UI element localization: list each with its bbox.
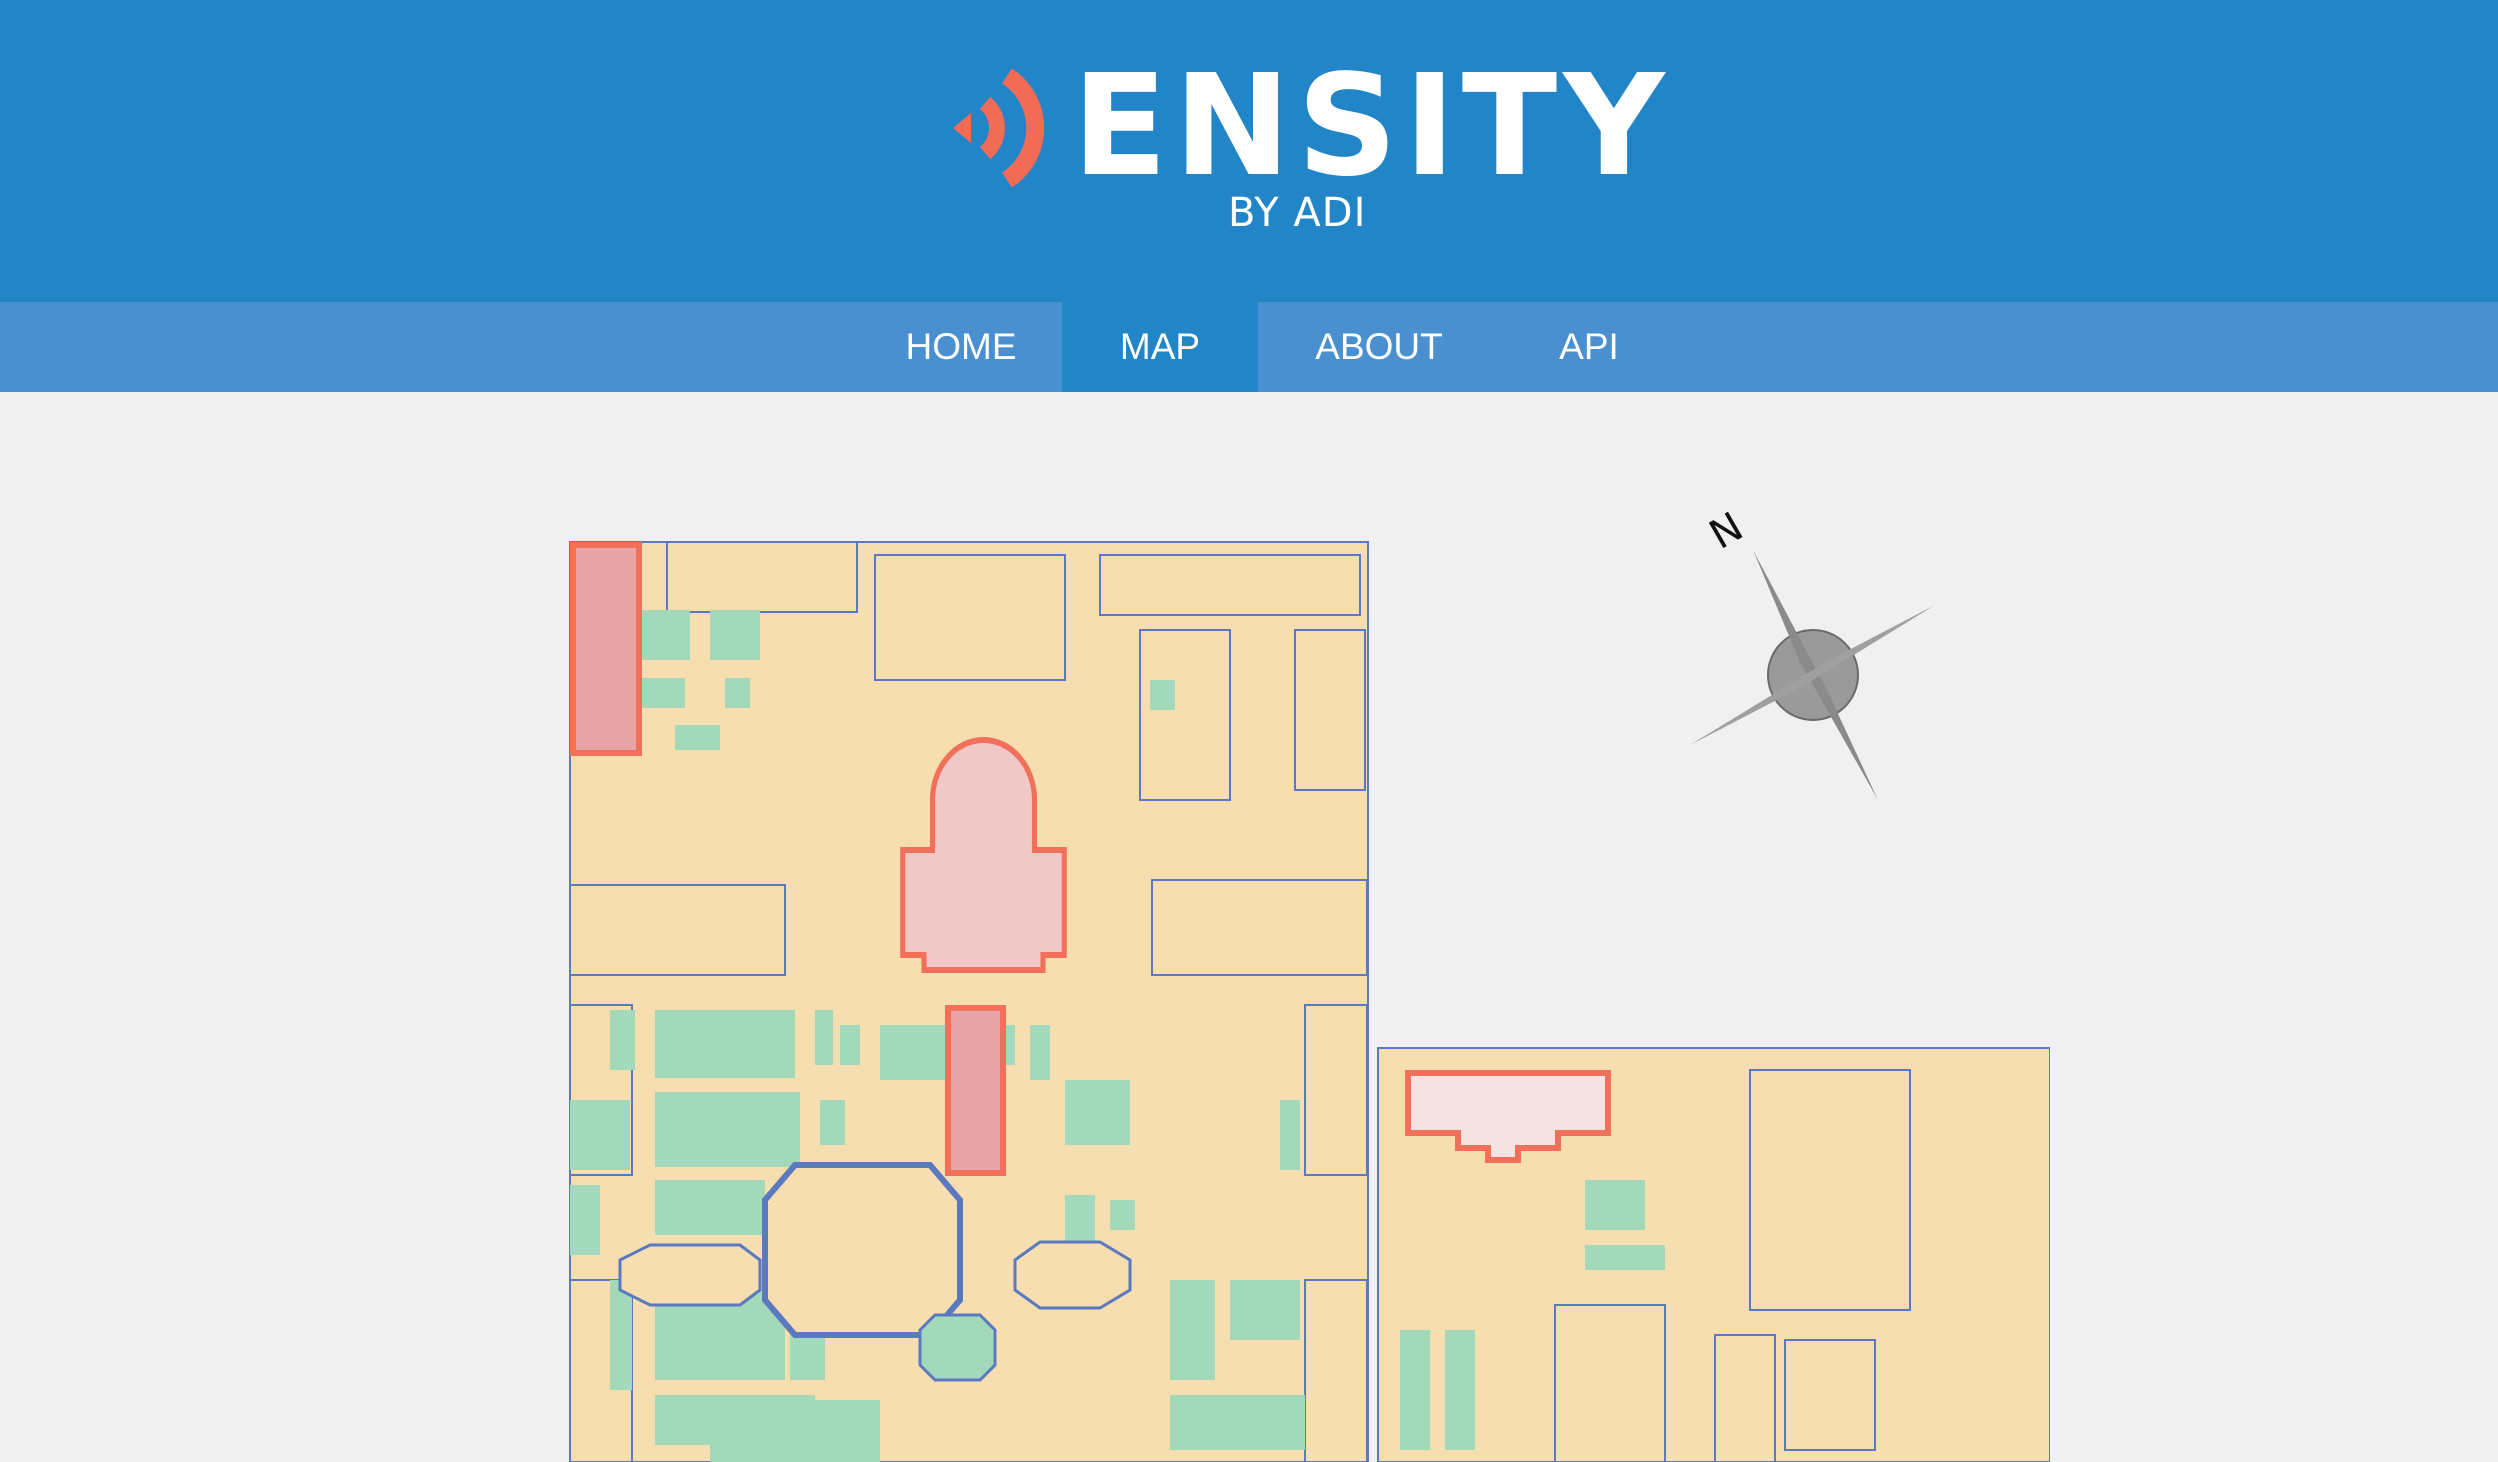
east-chapel-building <box>1013 1240 1132 1310</box>
logo-wordmark: ENSITY <box>1072 45 1671 208</box>
highlight-west-building[interactable] <box>570 542 642 756</box>
compass-north-label: N <box>1702 510 1751 559</box>
compass-icon: N <box>1690 510 1935 800</box>
density-logo[interactable]: ENSITY BY ADI <box>0 0 2498 302</box>
courtyard-building <box>762 1162 963 1338</box>
nav-map[interactable]: MAP <box>1062 302 1258 392</box>
chapel-building <box>618 1243 762 1307</box>
nav-home[interactable]: HOME <box>860 302 1062 392</box>
logo-subtitle: BY ADI <box>1228 190 1367 236</box>
signal-waves-icon <box>953 68 1045 188</box>
highlight-library[interactable] <box>945 1005 1006 1176</box>
nav-about[interactable]: ABOUT <box>1258 302 1500 392</box>
small-octagon-building <box>918 1313 997 1382</box>
nav-api[interactable]: API <box>1500 302 1678 392</box>
site-header: ENSITY BY ADI <box>0 0 2498 302</box>
main-nav: HOME MAP ABOUT API <box>0 302 2498 392</box>
